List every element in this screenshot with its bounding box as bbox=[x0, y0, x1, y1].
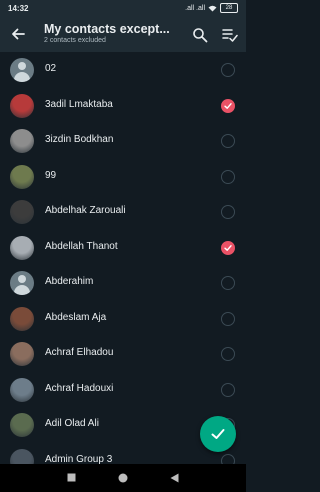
status-time: 14:32 bbox=[8, 4, 29, 13]
contact-name: Achraf Elhadou bbox=[45, 347, 114, 358]
contact-row[interactable]: Achraf Elhadou bbox=[0, 336, 246, 372]
default-avatar-icon bbox=[10, 58, 34, 82]
checkbox-unchecked[interactable] bbox=[221, 382, 235, 397]
checkbox-unchecked[interactable] bbox=[221, 134, 235, 148]
recents-square-icon[interactable] bbox=[67, 473, 76, 482]
contact-row[interactable]: Abderahim bbox=[0, 265, 246, 301]
system-nav-bar bbox=[0, 464, 246, 492]
checkbox-unchecked[interactable] bbox=[221, 205, 235, 219]
avatar bbox=[10, 306, 34, 331]
contact-name: Abderahim bbox=[45, 276, 94, 287]
contact-name: Admin Group 3 bbox=[45, 453, 113, 465]
checkbox-checked[interactable] bbox=[221, 98, 235, 113]
checkbox-unchecked[interactable] bbox=[221, 347, 235, 361]
avatar bbox=[10, 93, 34, 118]
checkmark-icon bbox=[224, 102, 232, 109]
contact-name: 3adil Lmaktaba bbox=[45, 98, 113, 110]
contact-row[interactable]: 3adil Lmaktaba bbox=[0, 88, 246, 124]
contact-name: 99 bbox=[45, 169, 57, 181]
checkbox-unchecked[interactable] bbox=[221, 276, 235, 290]
back-triangle-icon[interactable] bbox=[170, 473, 179, 483]
contact-row[interactable]: 02 bbox=[0, 52, 246, 88]
checkbox-unchecked[interactable] bbox=[221, 63, 235, 77]
avatar bbox=[10, 235, 34, 260]
home-circle-icon[interactable] bbox=[118, 473, 128, 483]
contact-row[interactable]: 99 bbox=[0, 159, 246, 195]
contact-name: 3izdin Bodkhan bbox=[45, 134, 114, 145]
avatar bbox=[10, 448, 34, 464]
contact-name: Achraf Hadouxi bbox=[45, 382, 114, 394]
signal-icon: .all .all bbox=[185, 4, 205, 12]
contact-row[interactable]: Abdellah Thanot bbox=[0, 230, 246, 266]
contact-name: Abdellah Thanot bbox=[45, 240, 118, 252]
search-icon[interactable] bbox=[192, 27, 208, 43]
checkbox-checked[interactable] bbox=[221, 240, 235, 255]
contact-list[interactable]: 02 3adil Lmaktaba 3izdin Bodkhan 99 Abdelhak… bbox=[0, 52, 246, 464]
checkbox-unchecked[interactable] bbox=[221, 311, 235, 326]
status-bar: 14:32 .all .all 28 bbox=[0, 0, 246, 18]
contact-row[interactable]: Abdeslam Aja bbox=[0, 301, 246, 337]
status-icons: .all .all 28 bbox=[185, 3, 238, 13]
page-subtitle: 2 contacts excluded bbox=[44, 37, 106, 44]
contact-name: Abdeslam Aja bbox=[45, 311, 107, 323]
avatar bbox=[10, 377, 34, 402]
page-title: My contacts except... bbox=[44, 22, 170, 36]
avatar bbox=[10, 413, 34, 437]
checkbox-unchecked[interactable] bbox=[221, 169, 235, 184]
contact-row[interactable]: 3izdin Bodkhan bbox=[0, 123, 246, 159]
contact-row[interactable]: Achraf Hadouxi bbox=[0, 372, 246, 408]
select-all-icon[interactable] bbox=[222, 27, 238, 43]
avatar bbox=[10, 129, 34, 153]
checkmark-icon bbox=[224, 244, 232, 251]
check-icon bbox=[211, 429, 225, 439]
battery-icon: 28 bbox=[220, 3, 238, 13]
confirm-fab-button[interactable] bbox=[200, 416, 236, 452]
contact-name: Abdelhak Zarouali bbox=[45, 205, 126, 216]
header-titles: My contacts except... 2 contacts exclude… bbox=[44, 22, 184, 44]
avatar bbox=[10, 200, 34, 224]
app-bar: My contacts except... 2 contacts exclude… bbox=[0, 18, 246, 52]
avatar bbox=[10, 342, 34, 366]
contact-row[interactable]: Abdelhak Zarouali bbox=[0, 194, 246, 230]
checkbox-unchecked[interactable] bbox=[221, 453, 235, 464]
default-avatar-icon bbox=[10, 271, 34, 295]
contact-name: 02 bbox=[45, 63, 57, 74]
avatar bbox=[10, 164, 34, 189]
contact-name: Adil Olad Ali bbox=[45, 418, 99, 429]
back-arrow-icon[interactable] bbox=[10, 26, 26, 42]
wifi-icon bbox=[208, 5, 217, 11]
